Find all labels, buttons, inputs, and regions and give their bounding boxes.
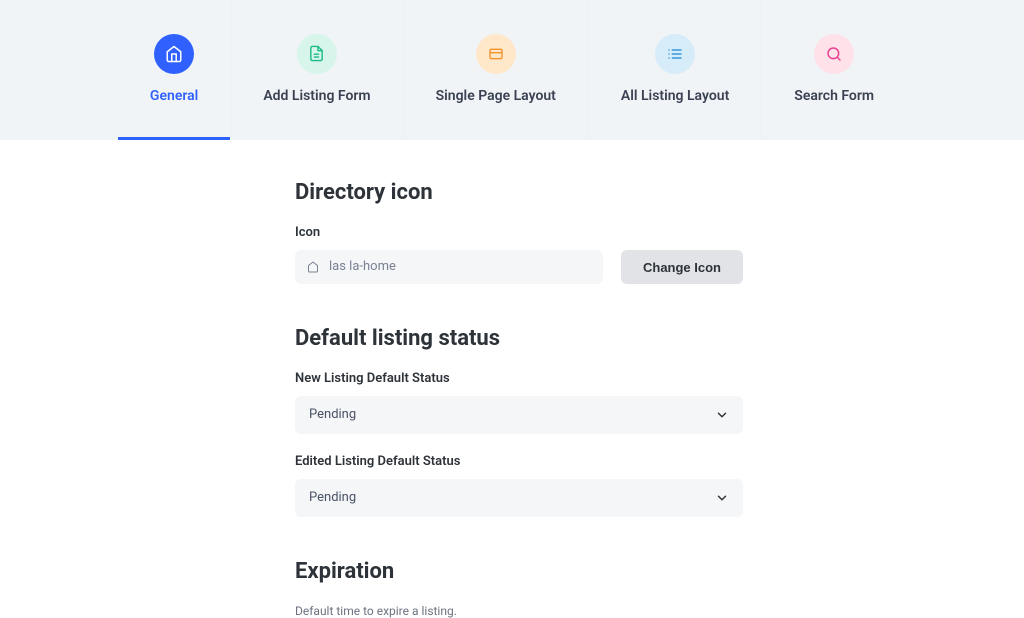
list-icon bbox=[655, 34, 695, 74]
settings-tabs: General Add Listing Form Single Page Lay… bbox=[0, 0, 1024, 140]
chevron-down-icon bbox=[715, 408, 729, 422]
icon-input-value: las la-home bbox=[329, 250, 396, 284]
tab-all-listing-layout[interactable]: All Listing Layout bbox=[588, 0, 761, 140]
tab-label: General bbox=[150, 88, 198, 104]
icon-input[interactable]: las la-home bbox=[295, 250, 603, 284]
chevron-down-icon bbox=[715, 491, 729, 505]
new-listing-status-label: New Listing Default Status bbox=[295, 371, 743, 386]
expiration-subtitle: Default time to expire a listing. bbox=[295, 604, 743, 618]
settings-content: Directory icon Icon las la-home Change I… bbox=[295, 140, 743, 618]
section-directory-icon-title: Directory icon bbox=[295, 180, 743, 205]
select-value: Pending bbox=[309, 396, 356, 434]
home-icon bbox=[307, 261, 319, 273]
new-listing-status-select[interactable]: Pending bbox=[295, 396, 743, 434]
search-icon bbox=[814, 34, 854, 74]
icon-field-label: Icon bbox=[295, 225, 743, 240]
section-default-status-title: Default listing status bbox=[295, 326, 743, 351]
edited-listing-status-label: Edited Listing Default Status bbox=[295, 454, 743, 469]
edited-listing-status-select[interactable]: Pending bbox=[295, 479, 743, 517]
tab-label: Search Form bbox=[794, 88, 874, 104]
tab-search-form[interactable]: Search Form bbox=[761, 0, 906, 140]
section-expiration-title: Expiration bbox=[295, 559, 743, 584]
tab-label: All Listing Layout bbox=[621, 88, 729, 104]
change-icon-button[interactable]: Change Icon bbox=[621, 250, 743, 284]
select-value: Pending bbox=[309, 479, 356, 517]
tab-general[interactable]: General bbox=[118, 0, 230, 140]
file-icon bbox=[297, 34, 337, 74]
tab-single-page-layout[interactable]: Single Page Layout bbox=[403, 0, 588, 140]
layout-icon bbox=[476, 34, 516, 74]
tab-label: Add Listing Form bbox=[263, 88, 370, 104]
tab-add-listing-form[interactable]: Add Listing Form bbox=[230, 0, 402, 140]
home-icon bbox=[154, 34, 194, 74]
tab-label: Single Page Layout bbox=[436, 88, 556, 104]
